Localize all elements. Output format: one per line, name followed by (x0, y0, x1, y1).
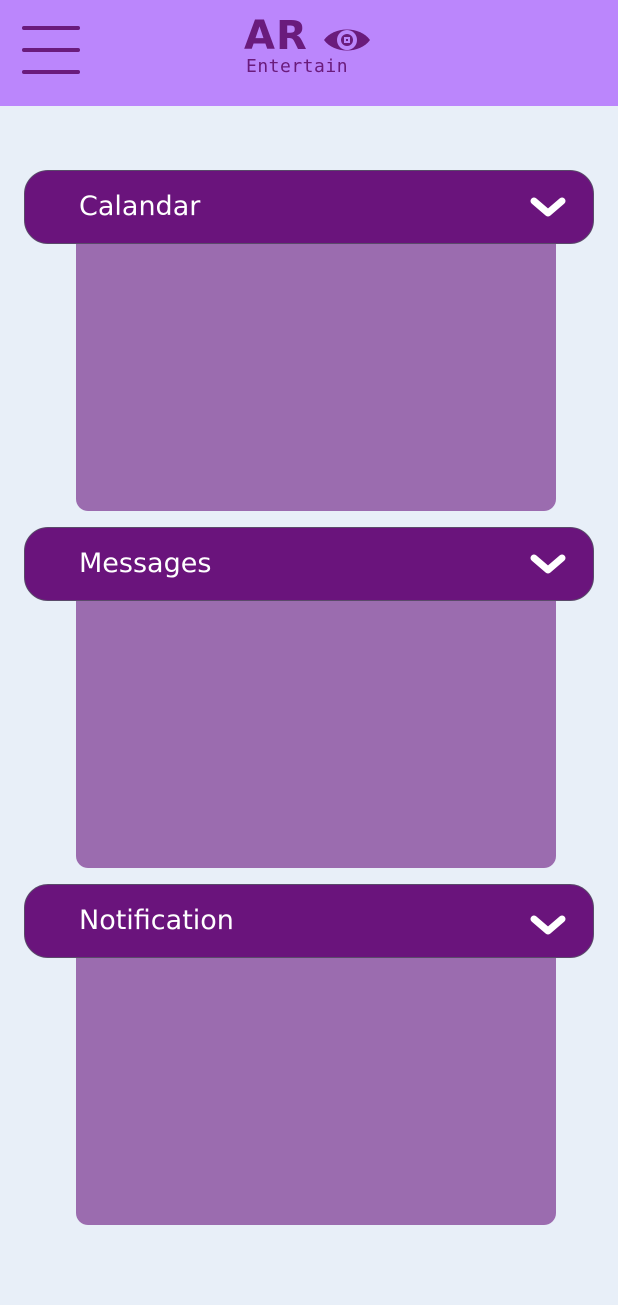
menu-button[interactable] (22, 24, 80, 76)
chevron-down-icon[interactable] (529, 911, 567, 939)
calendar-section-header[interactable]: Calandar (24, 170, 594, 244)
chevron-down-icon[interactable] (529, 550, 567, 578)
hamburger-menu-icon-bar (22, 48, 80, 52)
logo-primary-text: AR (244, 13, 308, 59)
calendar-section-title: Calandar (79, 191, 201, 222)
calendar-panel (76, 238, 556, 511)
hamburger-menu-icon-bar (22, 70, 80, 74)
notification-panel (76, 952, 556, 1225)
messages-panel (76, 595, 556, 868)
messages-section-header[interactable]: Messages (24, 527, 594, 601)
messages-section-title: Messages (79, 548, 212, 579)
notification-section-header[interactable]: Notification (24, 884, 594, 958)
chevron-down-icon[interactable] (529, 193, 567, 221)
app-logo[interactable]: AR Entertain (244, 16, 376, 82)
notification-section-title: Notification (79, 905, 234, 936)
eye-icon (324, 29, 370, 51)
hamburger-menu-icon (22, 26, 80, 30)
logo-secondary-text: Entertain (246, 56, 349, 77)
app-header: AR Entertain (0, 0, 618, 106)
